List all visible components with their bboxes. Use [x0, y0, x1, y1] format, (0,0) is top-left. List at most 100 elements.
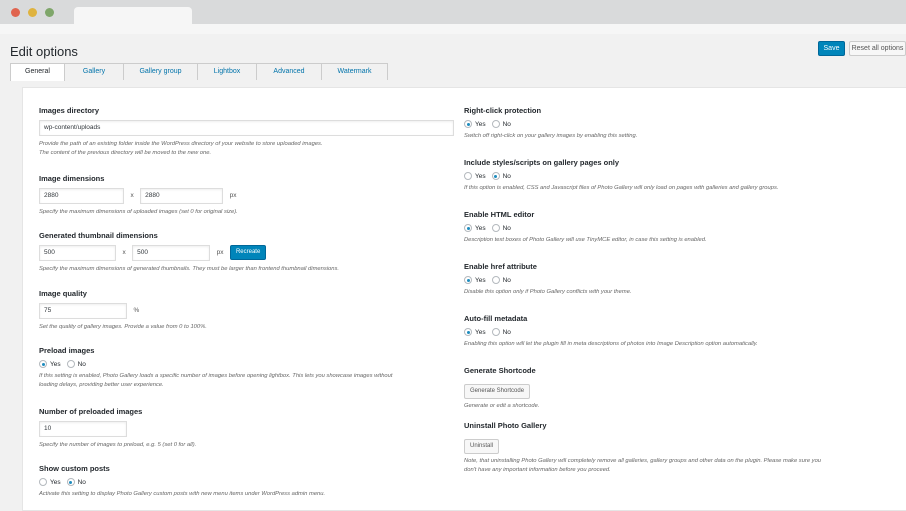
custom-posts-radios: Yes No [39, 477, 459, 487]
image-width-input[interactable]: 2880 [39, 187, 124, 204]
radio-button[interactable] [491, 172, 500, 180]
radio-label: Yes [475, 172, 486, 180]
thumbnail-dimensions-section: Generated thumbnail dimensions 500 x 500… [39, 231, 459, 274]
include-scripts-section: Include styles/scripts on gallery pages … [464, 158, 904, 193]
tab-general[interactable]: General [10, 63, 65, 81]
px-unit: px [229, 192, 237, 200]
thumb-height-input[interactable]: 500 [132, 244, 211, 261]
image-quality-desc: Set the quality of gallery images. Provi… [39, 324, 207, 330]
close-window-icon[interactable] [11, 8, 20, 17]
maximize-window-icon[interactable] [45, 8, 54, 17]
preloaded-count-desc: Specify the number of images to preload,… [39, 442, 197, 448]
html-editor-yes-option[interactable]: Yes [464, 224, 486, 232]
radio-button[interactable] [491, 276, 500, 284]
include-scripts-radios: Yes No [464, 171, 904, 181]
radio-label: No [77, 478, 86, 486]
preloaded-count-section: Number of preloaded images 10 Specify th… [39, 407, 459, 450]
auto-fill-yes-option[interactable]: Yes [464, 328, 486, 336]
radio-button[interactable] [39, 360, 47, 368]
preload-yes-option[interactable]: Yes [39, 360, 61, 368]
image-height-input[interactable]: 2880 [140, 187, 224, 204]
radio-button[interactable] [464, 328, 472, 336]
custom-posts-desc: Activate this setting to display Photo G… [39, 491, 326, 497]
radio-label: Yes [475, 224, 486, 232]
reset-all-options-button[interactable]: Reset all options [849, 41, 906, 56]
right-click-yes-option[interactable]: Yes [464, 120, 486, 128]
custom-posts-label: Show custom posts [39, 464, 110, 473]
preload-images-label: Preload images [39, 346, 95, 355]
radio-button[interactable] [66, 478, 75, 486]
radio-button[interactable] [464, 172, 472, 180]
uninstall-button[interactable]: Uninstall [464, 439, 500, 454]
tab-gallery[interactable]: Gallery [64, 63, 124, 80]
images-directory-section: Images directory wp-content/uploads Prov… [39, 106, 459, 158]
radio-label: No [502, 120, 511, 128]
radio-button[interactable] [491, 120, 500, 128]
thumb-width-input[interactable]: 500 [39, 244, 116, 261]
browser-tab[interactable] [74, 7, 192, 24]
html-editor-desc: Description text boxes of Photo Gallery … [464, 237, 707, 243]
images-directory-desc: Provide the path of an existing folder i… [39, 140, 459, 158]
preload-images-section: Preload images Yes No If this setting is… [39, 346, 459, 390]
times-sign: x [122, 249, 126, 257]
generate-shortcode-button[interactable]: Generate Shortcode [464, 384, 531, 399]
tab-bar: General Gallery Gallery group Lightbox A… [10, 63, 388, 81]
radio-button[interactable] [66, 360, 75, 368]
href-attr-section: Enable href attribute Yes No Disable thi… [464, 262, 904, 297]
href-attr-no-option[interactable]: No [491, 276, 511, 284]
recreate-button[interactable]: Recreate [229, 245, 267, 261]
auto-fill-radios: Yes No [464, 327, 904, 337]
percent-unit: % [133, 307, 140, 315]
preload-no-option[interactable]: No [66, 360, 86, 368]
include-scripts-yes-option[interactable]: Yes [464, 172, 486, 180]
href-attr-yes-option[interactable]: Yes [464, 276, 486, 284]
radio-button[interactable] [464, 224, 472, 232]
shortcode-section: Generate Shortcode Generate Shortcode Ge… [464, 366, 904, 411]
save-button[interactable]: Save [818, 41, 845, 56]
radio-button[interactable] [464, 120, 472, 128]
custom-posts-yes-option[interactable]: Yes [39, 478, 61, 486]
auto-fill-no-option[interactable]: No [491, 328, 511, 336]
custom-posts-no-option[interactable]: No [66, 478, 86, 486]
radio-label: Yes [475, 120, 486, 128]
href-attr-desc: Disable this option only if Photo Galler… [464, 289, 632, 295]
auto-fill-desc: Enabling this option will let the plugin… [464, 341, 758, 347]
page-title: Edit options [10, 44, 78, 59]
html-editor-no-option[interactable]: No [491, 224, 511, 232]
preloaded-count-label: Number of preloaded images [39, 407, 143, 416]
radio-button[interactable] [491, 224, 500, 232]
radio-button[interactable] [491, 328, 500, 336]
radio-label: No [502, 328, 511, 336]
images-directory-input[interactable]: wp-content/uploads [39, 119, 454, 136]
html-editor-label: Enable HTML editor [464, 210, 535, 219]
include-scripts-no-option[interactable]: No [491, 172, 511, 180]
auto-fill-section: Auto-fill metadata Yes No Enabling this … [464, 314, 904, 349]
radio-label: Yes [475, 276, 486, 284]
settings-panel: Images directory wp-content/uploads Prov… [22, 87, 906, 511]
tab-advanced[interactable]: Advanced [256, 63, 322, 80]
top-bar [0, 24, 906, 34]
image-quality-section: Image quality 75 % Set the quality of ga… [39, 289, 459, 332]
tab-lightbox[interactable]: Lightbox [197, 63, 257, 80]
right-click-no-option[interactable]: No [491, 120, 511, 128]
preload-images-desc: If this setting is enabled, Photo Galler… [39, 372, 459, 390]
uninstall-desc: Note, that uninstalling Photo Gallery wi… [464, 457, 904, 475]
browser-chrome [0, 0, 906, 24]
tab-gallery-group[interactable]: Gallery group [123, 63, 198, 80]
minimize-window-icon[interactable] [28, 8, 37, 17]
preloaded-count-input[interactable]: 10 [39, 420, 127, 437]
preload-images-radios: Yes No [39, 359, 459, 369]
right-click-label: Right-click protection [464, 106, 542, 115]
right-click-section: Right-click protection Yes No Switch off… [464, 106, 904, 141]
image-dimensions-section: Image dimensions 2880 x 2880 px Specify … [39, 174, 459, 217]
image-dimensions-desc: Specify the maximum dimensions of upload… [39, 209, 238, 215]
image-quality-input[interactable]: 75 [39, 302, 127, 319]
thumbnail-dimensions-desc: Specify the maximum dimensions of genera… [39, 266, 339, 272]
thumbnail-dimensions-label: Generated thumbnail dimensions [39, 231, 158, 240]
radio-button[interactable] [39, 478, 47, 486]
auto-fill-label: Auto-fill metadata [464, 314, 528, 323]
html-editor-section: Enable HTML editor Yes No Description te… [464, 210, 904, 245]
tab-watermark[interactable]: Watermark [321, 63, 388, 80]
desc-line: If this setting is enabled, Photo Galler… [39, 373, 393, 379]
radio-button[interactable] [464, 276, 472, 284]
